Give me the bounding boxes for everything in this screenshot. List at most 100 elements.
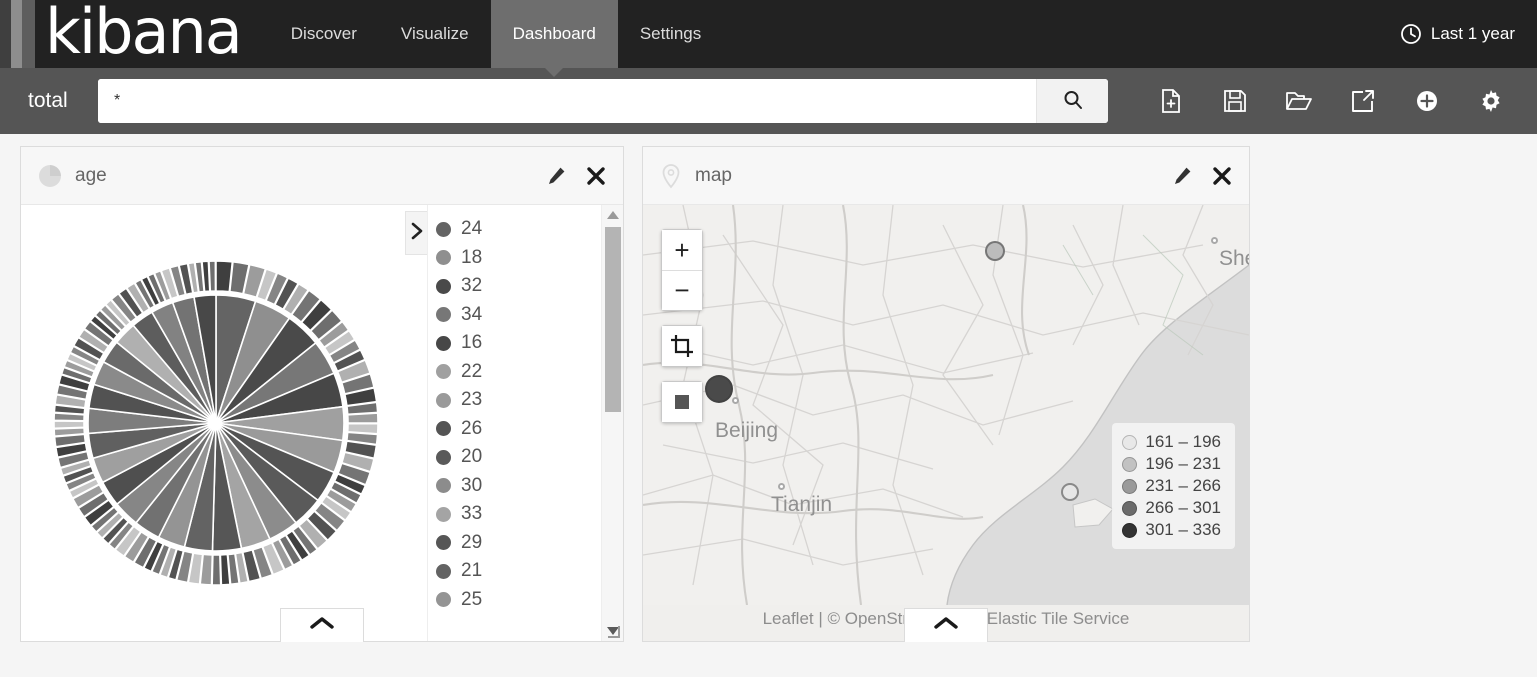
legend-item[interactable]: 29 [436,529,601,558]
filled-square-icon[interactable] [662,382,702,422]
query-bar: total [0,68,1537,134]
legend-label: 26 [461,418,482,440]
scrollbar-thumb[interactable] [605,227,621,412]
panel-header-age: age [21,147,623,205]
nav-item-settings[interactable]: Settings [618,0,723,68]
search-input[interactable] [98,79,1036,123]
legend-label: 30 [461,475,482,497]
panel-resize-handle-age[interactable] [604,622,620,638]
legend-label: 34 [461,304,482,326]
panel-body-map: Beijing Tianjin She + − [643,205,1249,641]
city-dot-beijing [732,397,739,404]
legend-label: 24 [461,218,482,240]
share-icon[interactable] [1331,76,1395,126]
save-icon[interactable] [1203,76,1267,126]
map-legend-label: 266 – 301 [1145,498,1221,518]
legend-item[interactable]: 32 [436,272,601,301]
map-fit-bounds-control [661,325,703,367]
legend-item[interactable]: 34 [436,301,601,330]
logo-text: kibana [35,1,241,63]
new-dashboard-icon[interactable] [1139,76,1203,126]
search-icon [1061,88,1085,115]
time-picker-label: Last 1 year [1431,24,1515,44]
map-data-marker[interactable] [1061,483,1079,501]
legend-dot [436,478,451,493]
add-visualization-icon[interactable] [1395,76,1459,126]
chevron-up-icon [933,615,959,636]
panel-map: map [642,146,1250,642]
panel-collapse-toggle-age[interactable] [280,608,364,642]
legend-item[interactable]: 30 [436,472,601,501]
pencil-icon[interactable] [545,165,567,187]
map-marker-icon [659,163,683,189]
legend-item[interactable]: 18 [436,244,601,273]
panel-header-map: map [643,147,1249,205]
pie-legend: 24 1832 34 162223 26 20 30 33 2921 25 [427,205,623,641]
map-data-marker[interactable] [705,375,733,403]
pie-visualization: 24 1832 34 162223 26 20 30 33 2921 25 [21,205,623,641]
legend-item[interactable]: 20 [436,443,601,472]
legend-item[interactable]: 23 [436,386,601,415]
legend-label: 21 [461,560,482,582]
legend-label: 32 [461,275,482,297]
map-data-marker[interactable] [985,241,1005,261]
panel-actions-map [1171,165,1233,187]
query-bar-label: total [14,89,86,113]
pie-slice[interactable] [54,421,84,428]
legend-item[interactable]: 22 [436,358,601,387]
nav-item-dashboard[interactable]: Dashboard [491,0,618,68]
city-label-shenyang: She [1219,247,1249,271]
options-gear-icon[interactable] [1459,76,1523,126]
search-button[interactable] [1036,79,1108,123]
clock-icon [1400,23,1422,45]
pie-chart-icon [37,163,63,189]
caret-up-icon[interactable] [602,205,623,225]
close-icon[interactable] [585,165,607,187]
legend-item[interactable]: 25 [436,586,601,615]
legend-item[interactable]: 24 [436,215,601,244]
legend-item[interactable]: 26 [436,415,601,444]
pie-chart-svg[interactable] [46,253,386,593]
leaflet-map[interactable]: Beijing Tianjin She + − [643,205,1249,641]
panel-collapse-toggle-map[interactable] [904,608,988,642]
legend-item[interactable]: 21 [436,557,601,586]
legend-item[interactable]: 16 [436,329,601,358]
zoom-out-button[interactable]: − [662,270,702,310]
close-icon[interactable] [1211,165,1233,187]
legend-item[interactable]: 33 [436,500,601,529]
crop-icon[interactable] [662,326,702,366]
city-label-tianjin: Tianjin [771,493,832,517]
logo-bars-icon [0,0,35,68]
legend-dot [436,535,451,550]
legend-collapse-button[interactable] [405,211,427,255]
pie-slice[interactable] [212,555,221,585]
map-legend-dot [1122,457,1137,472]
legend-dot [436,364,451,379]
legend-scrollbar[interactable] [601,205,623,641]
map-legend-row: 161 – 196 [1122,431,1221,453]
city-label-beijing: Beijing [715,419,778,443]
nav-label: Discover [291,24,357,44]
panel-title: age [75,165,107,187]
pie-slice[interactable] [209,261,215,291]
pie-slice[interactable] [220,555,230,585]
pie-chart-canvas[interactable] [21,205,405,641]
legend-label: 33 [461,503,482,525]
legend-dot [436,564,451,579]
panel-age: age [20,146,624,642]
nav-item-discover[interactable]: Discover [269,0,379,68]
legend-label: 20 [461,446,482,468]
nav-label: Dashboard [513,24,596,44]
nav-label: Settings [640,24,701,44]
zoom-in-button[interactable]: + [662,230,702,270]
map-zoom-controls: + − [661,229,703,311]
top-navigation-bar: kibana Discover Visualize Dashboard Sett… [0,0,1537,68]
nav-item-visualize[interactable]: Visualize [379,0,491,68]
dashboard-toolbar [1139,76,1523,126]
legend-dot [436,307,451,322]
legend-dot [436,450,451,465]
time-picker-button[interactable]: Last 1 year [1400,0,1537,68]
open-icon[interactable] [1267,76,1331,126]
pie-slice[interactable] [348,413,378,423]
pencil-icon[interactable] [1171,165,1193,187]
